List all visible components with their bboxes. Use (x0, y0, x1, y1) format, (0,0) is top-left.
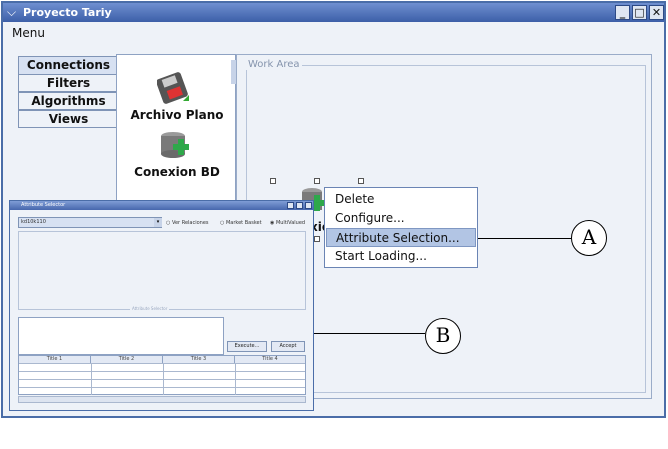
column-divider (91, 363, 92, 395)
column-header-title-3[interactable]: Title 3 (163, 356, 235, 363)
table-row[interactable] (19, 387, 305, 395)
callout-line-a (478, 238, 571, 239)
dialog-minimize-button[interactable] (287, 202, 294, 209)
query-text-area[interactable] (18, 317, 224, 355)
maximize-button[interactable]: □ (632, 5, 647, 20)
attribute-selector-dialog: Attribute Selector kd10k110 ▾ ○ Ver Rela… (9, 200, 314, 411)
dialog-title: Attribute Selector (21, 202, 66, 208)
callout-a: A (571, 220, 607, 256)
context-menu: Delete Configure... Attribute Selection.… (324, 187, 478, 268)
option-market-basket[interactable]: ○ Market Basket (220, 219, 262, 227)
window-menu-chevron-icon[interactable]: ⌵ (7, 4, 21, 20)
attribute-area-label: Attribute Selector (130, 306, 170, 311)
dialog-close-button[interactable] (305, 202, 312, 209)
close-button[interactable]: ✕ (649, 5, 664, 20)
execute-button[interactable]: Execute... (227, 341, 267, 352)
horizontal-scrollbar[interactable] (18, 396, 306, 403)
accept-button[interactable]: Accept (271, 341, 305, 352)
callout-line-b (314, 333, 425, 334)
selection-handle[interactable] (314, 178, 320, 184)
menu-bar: Menu (3, 22, 664, 44)
tab-filters[interactable]: Filters (18, 74, 118, 92)
option-label: Market Basket (225, 220, 262, 226)
dialog-title-bar[interactable]: Attribute Selector (10, 201, 313, 210)
menu-item-start-loading[interactable]: Start Loading... (326, 247, 476, 266)
chevron-down-icon[interactable]: ▾ (154, 218, 162, 227)
option-label: MultiValued (275, 220, 306, 226)
menu-item-delete[interactable]: Delete (326, 190, 476, 209)
column-divider (163, 363, 164, 395)
tab-views[interactable]: Views (18, 110, 118, 128)
window-title: Proyecto Tariy (23, 6, 112, 19)
table-select-dropdown[interactable]: kd10k110 (18, 217, 162, 228)
option-label: Ver Relaciones (171, 220, 209, 226)
option-multivalued[interactable]: ◉ MultiValued (270, 219, 305, 227)
table-row[interactable] (19, 379, 305, 387)
palette-item-archivo-plano[interactable]: Archivo Plano (117, 108, 237, 122)
column-divider (235, 363, 236, 395)
column-header-title-4[interactable]: Title 4 (235, 356, 305, 363)
selection-handle[interactable] (270, 178, 276, 184)
component-palette: Archivo Plano Conexion BD (116, 54, 236, 204)
floppy-disk-icon[interactable] (156, 71, 191, 109)
attribute-list-area[interactable] (18, 231, 306, 310)
dialog-maximize-button[interactable] (296, 202, 303, 209)
table-row[interactable] (19, 363, 305, 371)
work-area-label: Work Area (246, 59, 302, 70)
database-add-icon[interactable] (159, 130, 193, 166)
menu-item-menu[interactable]: Menu (12, 25, 45, 41)
option-ver-relaciones[interactable]: ○ Ver Relaciones (166, 219, 209, 227)
table-row[interactable] (19, 371, 305, 379)
minimize-button[interactable]: _ (615, 5, 630, 20)
results-table: Title 1 Title 2 Title 3 Title 4 (18, 355, 306, 395)
selection-handle[interactable] (358, 178, 364, 184)
column-header-title-2[interactable]: Title 2 (91, 356, 163, 363)
palette-item-conexion-bd[interactable]: Conexion BD (117, 165, 237, 179)
selection-handle[interactable] (314, 236, 320, 242)
title-bar[interactable]: ⌵ Proyecto Tariy _ □ ✕ (3, 3, 664, 22)
callout-b: B (425, 318, 461, 354)
tab-connections[interactable]: Connections (18, 56, 118, 75)
tab-algorithms[interactable]: Algorithms (18, 92, 118, 110)
column-header-title-1[interactable]: Title 1 (19, 356, 91, 363)
menu-item-configure[interactable]: Configure... (326, 209, 476, 228)
menu-item-attribute-selection[interactable]: Attribute Selection... (326, 228, 476, 247)
